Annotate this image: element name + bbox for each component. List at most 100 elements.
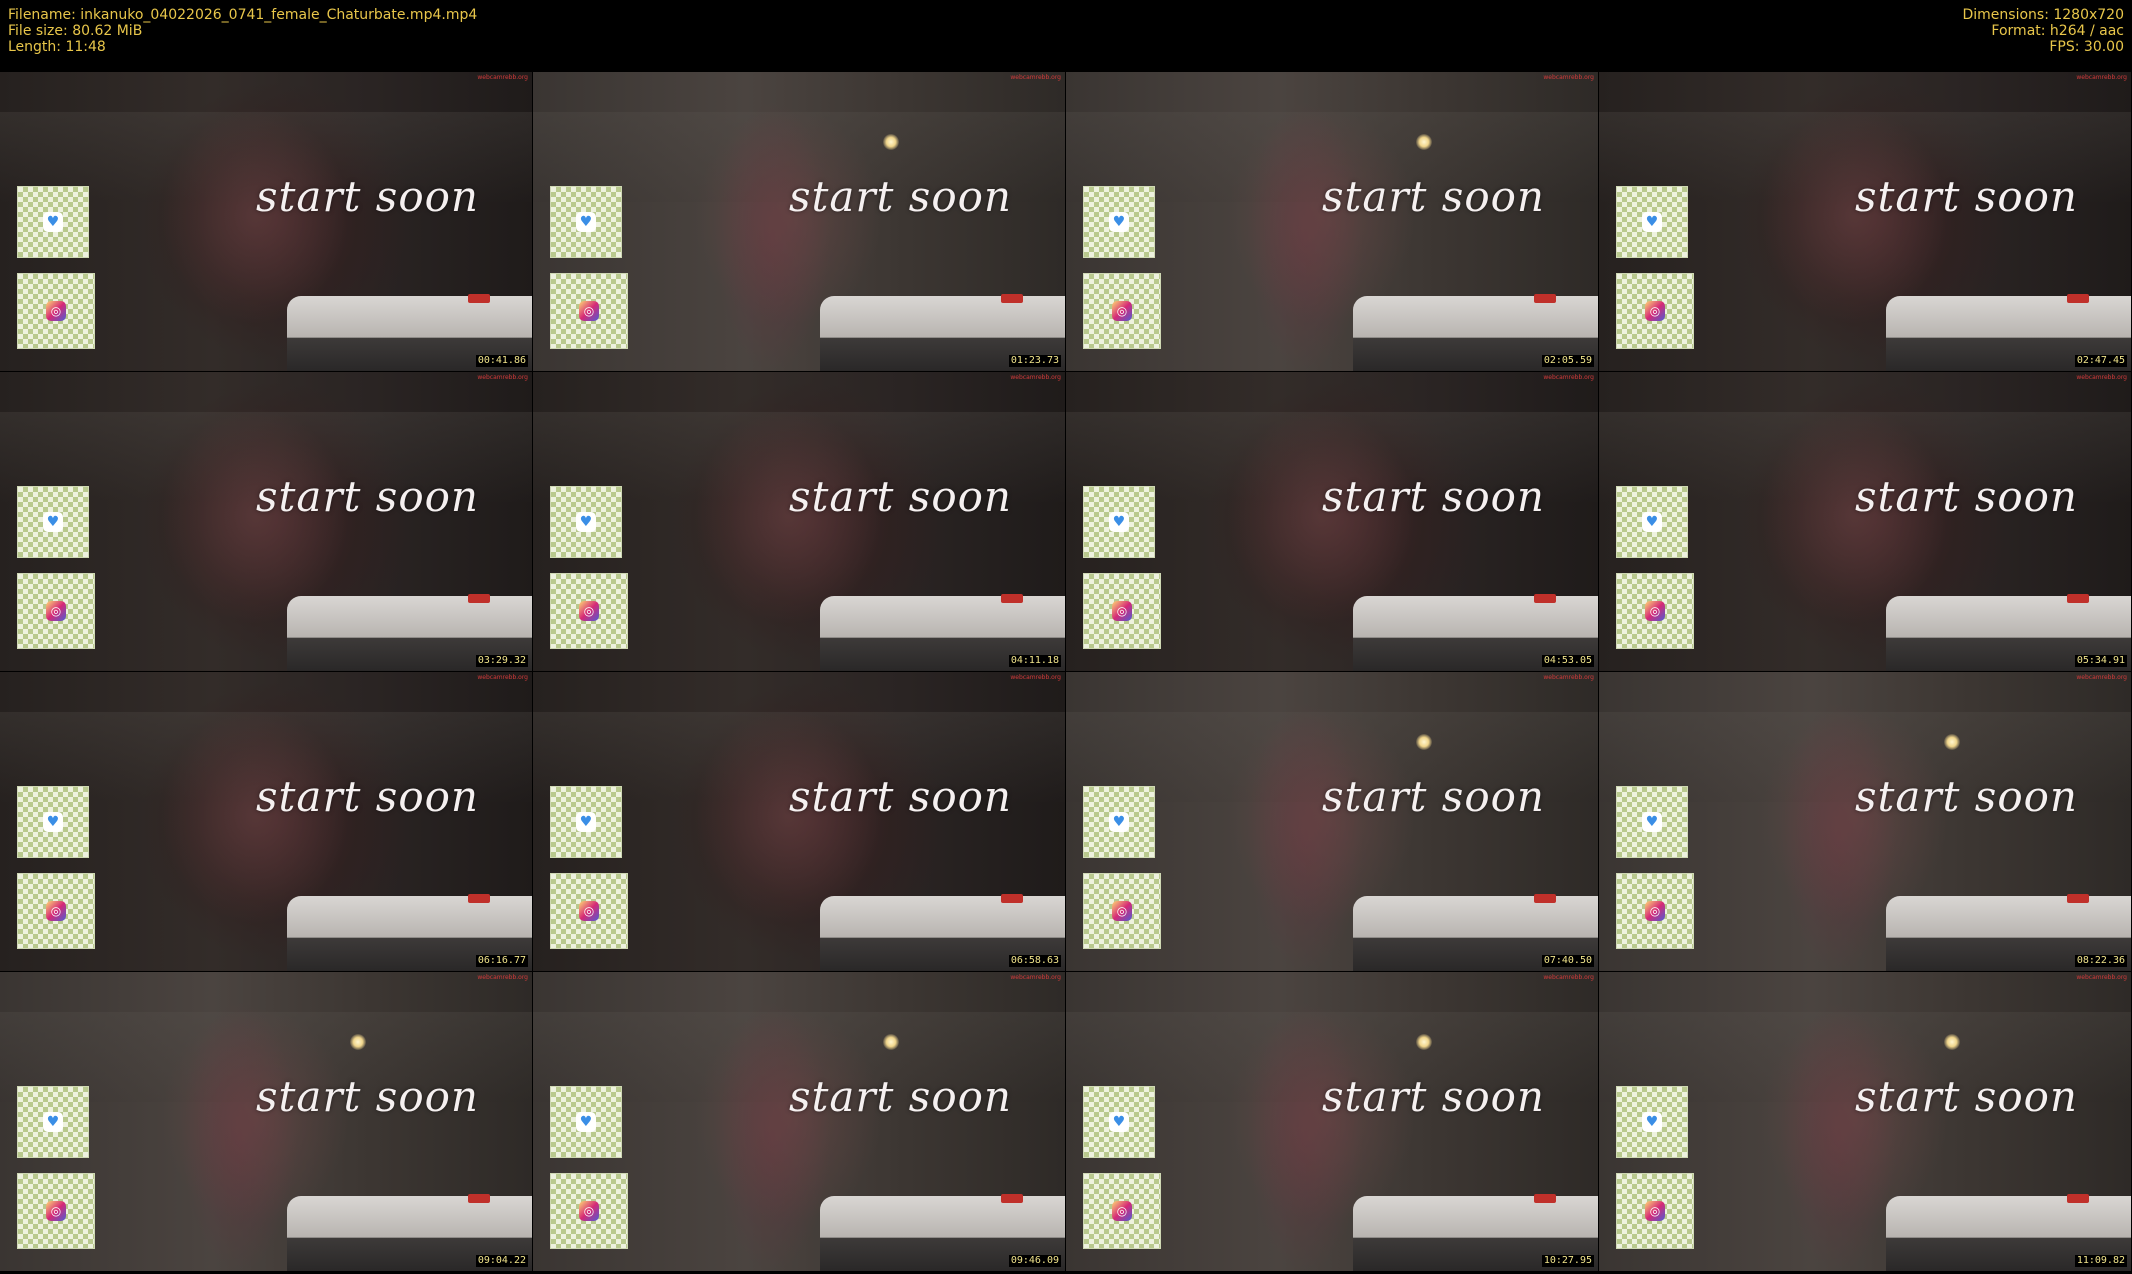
qr-code-instagram: ◎ (550, 1173, 628, 1249)
start-soon-overlay: start soon (1855, 1072, 2078, 1121)
lamp-light (1416, 1034, 1432, 1050)
watermark: webcamrebb.org (1543, 674, 1594, 681)
video-thumbnail[interactable]: ♥ ◎ start soon webcamrebb.org 05:34.91 (1599, 372, 2131, 671)
heart-icon: ♥ (1109, 1112, 1129, 1132)
video-thumbnail[interactable]: ♥ ◎ start soon webcamrebb.org 08:22.36 (1599, 672, 2131, 971)
timestamp-label: 06:16.77 (475, 955, 528, 967)
instagram-icon: ◎ (46, 601, 66, 621)
video-thumbnail[interactable]: ♥ ◎ start soon webcamrebb.org 07:40.50 (1066, 672, 1598, 971)
video-thumbnail[interactable]: ♥ ◎ start soon webcamrebb.org 04:11.18 (533, 372, 1065, 671)
instagram-icon: ◎ (1645, 1201, 1665, 1221)
start-soon-overlay: start soon (256, 772, 479, 821)
watermark: webcamrebb.org (2076, 974, 2127, 981)
video-thumbnail[interactable]: ♥ ◎ start soon webcamrebb.org 02:05.59 (1066, 72, 1598, 371)
lamp-light (1416, 734, 1432, 750)
start-soon-overlay: start soon (1855, 172, 2078, 221)
instagram-icon: ◎ (579, 601, 599, 621)
video-thumbnail[interactable]: ♥ ◎ start soon webcamrebb.org 09:04.22 (0, 972, 532, 1271)
watermark: webcamrebb.org (477, 74, 528, 81)
red-object (2067, 594, 2089, 603)
timestamp-label: 00:41.86 (475, 355, 528, 367)
heart-icon: ♥ (1109, 212, 1129, 232)
qr-code-heart: ♥ (550, 486, 622, 558)
red-object (1001, 894, 1023, 903)
start-soon-overlay: start soon (1855, 772, 2078, 821)
heart-icon: ♥ (1642, 212, 1662, 232)
red-object (468, 894, 490, 903)
timestamp-label: 09:46.09 (1008, 1255, 1061, 1267)
watermark: webcamrebb.org (1010, 374, 1061, 381)
video-thumbnail[interactable]: ♥ ◎ start soon webcamrebb.org 01:23.73 (533, 72, 1065, 371)
instagram-icon: ◎ (46, 301, 66, 321)
qr-code-instagram: ◎ (1616, 273, 1694, 349)
watermark: webcamrebb.org (1010, 974, 1061, 981)
video-thumbnail[interactable]: ♥ ◎ start soon webcamrebb.org 04:53.05 (1066, 372, 1598, 671)
red-object (468, 594, 490, 603)
heart-icon: ♥ (576, 1112, 596, 1132)
filename-label: Filename: inkanuko_04022026_0741_female_… (8, 7, 478, 23)
qr-code-instagram: ◎ (1616, 1173, 1694, 1249)
instagram-icon: ◎ (1112, 601, 1132, 621)
qr-code-instagram: ◎ (17, 1173, 95, 1249)
video-thumbnail[interactable]: ♥ ◎ start soon webcamrebb.org 03:29.32 (0, 372, 532, 671)
video-info: Dimensions: 1280x720 Format: h264 / aac … (1962, 7, 2124, 55)
qr-code-heart: ♥ (17, 186, 89, 258)
timestamp-label: 02:05.59 (1541, 355, 1594, 367)
qr-code-heart: ♥ (550, 786, 622, 858)
video-thumbnail[interactable]: ♥ ◎ start soon webcamrebb.org 06:16.77 (0, 672, 532, 971)
filesize-label: File size: 80.62 MiB (8, 23, 143, 39)
video-thumbnail[interactable]: ♥ ◎ start soon webcamrebb.org 09:46.09 (533, 972, 1065, 1271)
video-thumbnail[interactable]: ♥ ◎ start soon webcamrebb.org 00:41.86 (0, 72, 532, 371)
dimensions-label: Dimensions: 1280x720 (1962, 7, 2124, 23)
red-object (1534, 594, 1556, 603)
video-thumbnail[interactable]: ♥ ◎ start soon webcamrebb.org 11:09.82 (1599, 972, 2131, 1271)
heart-icon: ♥ (43, 812, 63, 832)
lamp-light (1944, 1034, 1960, 1050)
qr-code-instagram: ◎ (1616, 573, 1694, 649)
heart-icon: ♥ (576, 212, 596, 232)
video-thumbnail[interactable]: ♥ ◎ start soon webcamrebb.org 02:47.45 (1599, 72, 2131, 371)
qr-code-heart: ♥ (1616, 1086, 1688, 1158)
qr-code-instagram: ◎ (1083, 573, 1161, 649)
file-info: Filename: inkanuko_04022026_0741_female_… (8, 7, 477, 55)
red-object (468, 1194, 490, 1203)
start-soon-overlay: start soon (789, 172, 1012, 221)
format-label: Format: h264 / aac (1991, 23, 2124, 39)
video-thumbnail[interactable]: ♥ ◎ start soon webcamrebb.org 06:58.63 (533, 672, 1065, 971)
heart-icon: ♥ (1642, 812, 1662, 832)
qr-code-instagram: ◎ (1616, 873, 1694, 949)
heart-icon: ♥ (576, 512, 596, 532)
qr-code-instagram: ◎ (550, 273, 628, 349)
heart-icon: ♥ (1109, 512, 1129, 532)
red-object (1001, 594, 1023, 603)
heart-icon: ♥ (1642, 512, 1662, 532)
qr-code-heart: ♥ (1083, 786, 1155, 858)
qr-code-instagram: ◎ (550, 573, 628, 649)
heart-icon: ♥ (43, 1112, 63, 1132)
video-thumbnail[interactable]: ♥ ◎ start soon webcamrebb.org 10:27.95 (1066, 972, 1598, 1271)
red-object (1534, 294, 1556, 303)
red-object (1001, 1194, 1023, 1203)
qr-code-heart: ♥ (1083, 486, 1155, 558)
start-soon-overlay: start soon (1322, 472, 1545, 521)
instagram-icon: ◎ (46, 1201, 66, 1221)
heart-icon: ♥ (43, 212, 63, 232)
instagram-icon: ◎ (46, 901, 66, 921)
instagram-icon: ◎ (1112, 901, 1132, 921)
length-label: Length: 11:48 (8, 39, 106, 55)
qr-code-instagram: ◎ (1083, 1173, 1161, 1249)
qr-code-instagram: ◎ (17, 573, 95, 649)
qr-code-heart: ♥ (1083, 1086, 1155, 1158)
lamp-light (883, 1034, 899, 1050)
instagram-icon: ◎ (1645, 901, 1665, 921)
start-soon-overlay: start soon (789, 1072, 1012, 1121)
lamp-light (1944, 734, 1960, 750)
qr-code-heart: ♥ (1616, 486, 1688, 558)
watermark: webcamrebb.org (477, 674, 528, 681)
qr-code-heart: ♥ (1616, 186, 1688, 258)
timestamp-label: 06:58.63 (1008, 955, 1061, 967)
heart-icon: ♥ (576, 812, 596, 832)
heart-icon: ♥ (43, 512, 63, 532)
start-soon-overlay: start soon (1322, 172, 1545, 221)
thumbnail-grid: ♥ ◎ start soon webcamrebb.org 00:41.86 ♥ ◎ star… (0, 72, 2132, 1272)
